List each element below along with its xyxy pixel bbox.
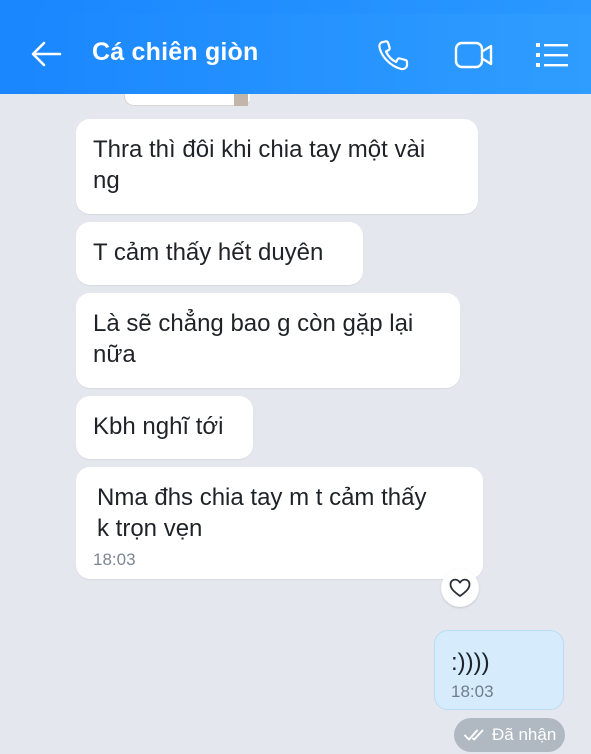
heart-icon: [449, 578, 471, 597]
message-text: Kbh nghĩ tới: [93, 413, 224, 440]
delivery-status-badge: Đã nhận: [454, 718, 565, 752]
message-bubble[interactable]: Thra thì đôi khi chia tay một vài ng: [76, 119, 478, 214]
message-timestamp: 18:03: [93, 550, 136, 569]
video-call-button[interactable]: [454, 38, 493, 72]
phone-icon: [378, 40, 409, 71]
status-bar: [0, 0, 591, 14]
chat-header: Cá chiên giòn: [0, 14, 591, 94]
arrow-left-icon: [31, 41, 62, 67]
sent-message-text: :)))): [451, 649, 490, 676]
back-button[interactable]: [30, 40, 62, 68]
menu-button[interactable]: [534, 38, 570, 72]
video-camera-icon: [454, 41, 493, 69]
sent-message-timestamp: 18:03: [451, 682, 494, 701]
message-text: T cảm thấy hết duyên: [93, 239, 324, 266]
list-menu-icon: [536, 43, 568, 67]
message-text: Thra thì đôi khi chia tay một vài ng: [93, 136, 426, 194]
chat-title[interactable]: Cá chiên giòn: [92, 38, 259, 67]
sent-message-bubble[interactable]: :)))) 18:03: [434, 630, 564, 710]
shared-image[interactable]: [124, 94, 250, 106]
call-button[interactable]: [376, 38, 412, 72]
message-bubble[interactable]: Là sẽ chẳng bao g còn gặp lại nữa: [76, 293, 460, 388]
double-check-icon: [464, 729, 484, 741]
message-bubble[interactable]: Kbh nghĩ tới: [76, 396, 253, 459]
message-text: Nma đhs chia tay m t cảm thấy k trọn vẹn: [97, 484, 427, 542]
delivery-status-label: Đã nhận: [492, 725, 557, 744]
react-button[interactable]: [441, 569, 479, 607]
message-bubble[interactable]: T cảm thấy hết duyên: [76, 222, 363, 285]
message-text: Là sẽ chẳng bao g còn gặp lại nữa: [93, 310, 414, 368]
message-bubble[interactable]: Nma đhs chia tay m t cảm thấy k trọn vẹn…: [76, 467, 483, 579]
